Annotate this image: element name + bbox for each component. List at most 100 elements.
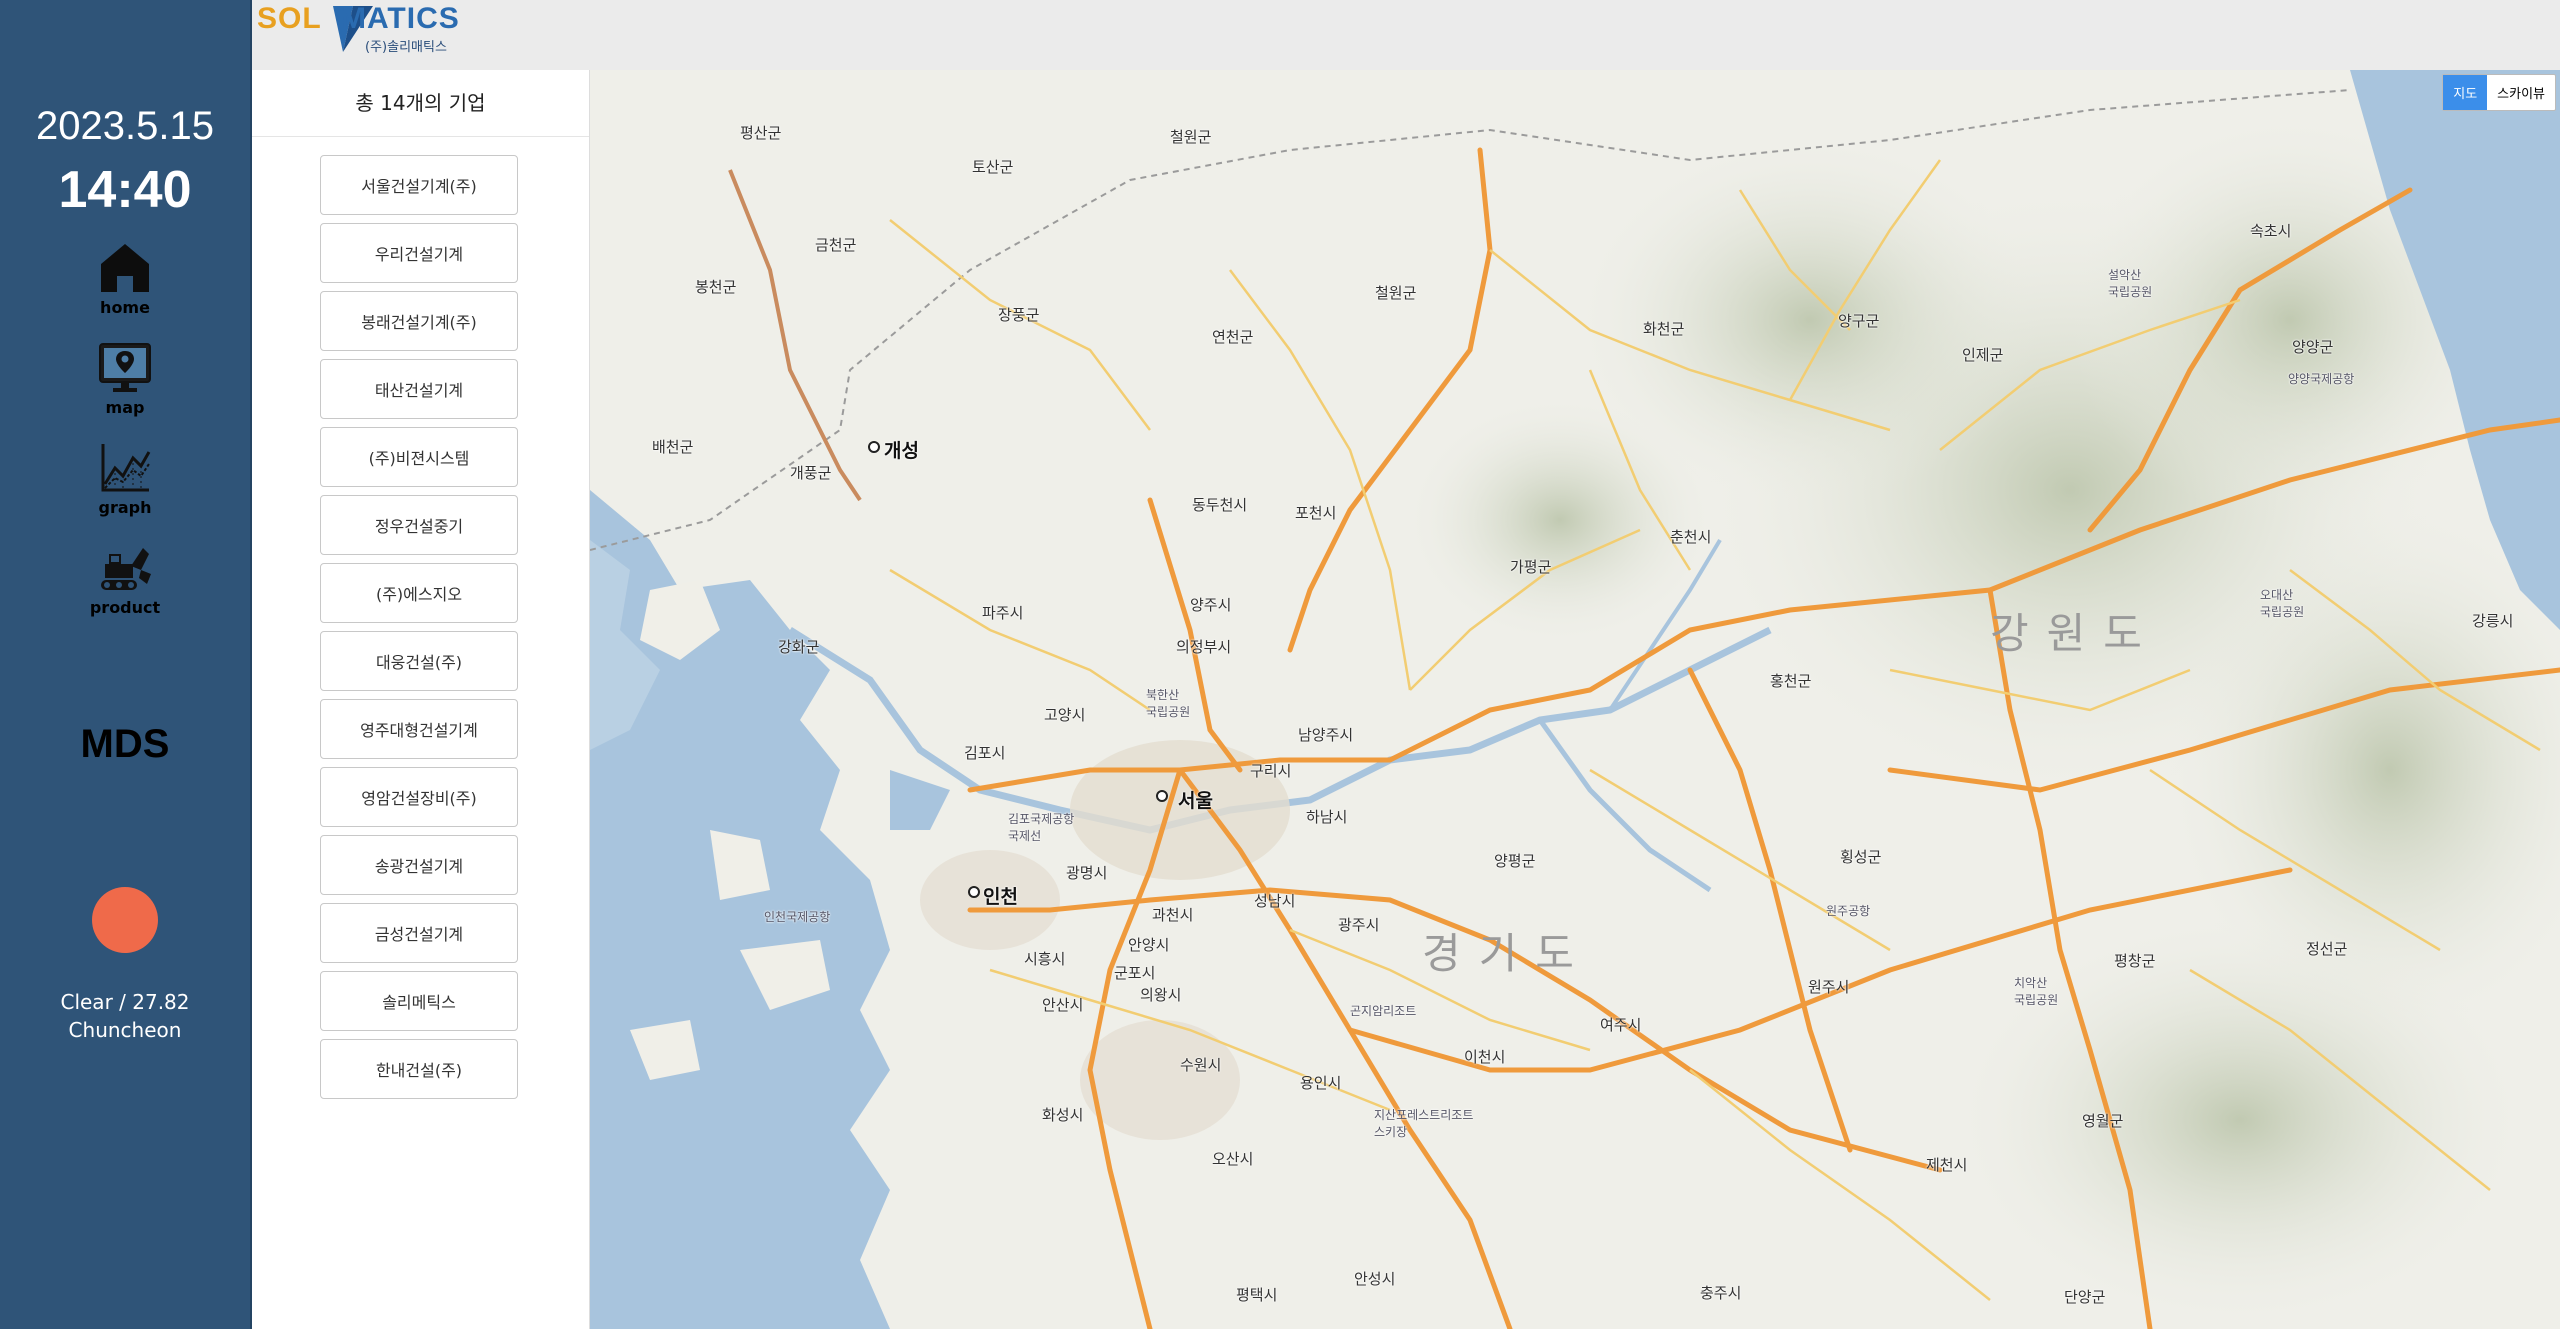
company-item[interactable]: 봉래건설기계(주) bbox=[320, 291, 518, 351]
company-item[interactable]: 대웅건설(주) bbox=[320, 631, 518, 691]
map-label-place: 의왕시 bbox=[1140, 986, 1182, 1004]
company-item[interactable]: 송광건설기계 bbox=[320, 835, 518, 895]
map-label-park: 설악산 국립공원 bbox=[2108, 268, 2153, 299]
map-label-place: 안성시 bbox=[1354, 1270, 1396, 1288]
company-item[interactable]: 정우건설중기 bbox=[320, 495, 518, 555]
map-label-place: 광명시 bbox=[1066, 864, 1108, 882]
company-item[interactable]: 태산건설기계 bbox=[320, 359, 518, 419]
map-label-place: 평산군 bbox=[740, 124, 782, 142]
map-label-place: 양주시 bbox=[1190, 596, 1232, 614]
map-label-place: 평창군 bbox=[2114, 952, 2156, 970]
map-label-park: 오대산 국립공원 bbox=[2260, 588, 2305, 619]
map-label-place: 강릉시 bbox=[2472, 612, 2514, 630]
map-label-place: 의정부시 bbox=[1176, 638, 1232, 656]
map-label-gyeonggi: 경기도 bbox=[1422, 929, 1592, 978]
map-label-place: 여주시 bbox=[1600, 1016, 1642, 1034]
map-label-airport: 김포국제공항 국제선 bbox=[1008, 812, 1075, 843]
map-label-seoul: 서울 bbox=[1178, 790, 1213, 812]
map-label-place: 양양군 bbox=[2292, 338, 2334, 356]
map-label-place: 양평군 bbox=[1494, 852, 1536, 870]
map-label-place: 광주시 bbox=[1338, 916, 1380, 934]
map-label-airport: 양양국제공항 bbox=[2288, 372, 2355, 386]
logo-subtitle: (주)솔리매틱스 bbox=[365, 40, 447, 55]
map-label-park: 치악산 국립공원 bbox=[2014, 976, 2059, 1007]
map-label-place: 이천시 bbox=[1464, 1048, 1506, 1066]
map-icon bbox=[99, 343, 151, 392]
map-label-place: 평택시 bbox=[1236, 1286, 1278, 1304]
company-item[interactable]: 솔리메틱스 bbox=[320, 971, 518, 1031]
map-mode-button[interactable]: 지도 bbox=[2443, 75, 2488, 110]
map-label-resort: 곤지암리조트 bbox=[1350, 1004, 1417, 1018]
map-label-place: 구리시 bbox=[1250, 762, 1292, 780]
nav-graph[interactable]: graph bbox=[75, 440, 175, 517]
map-label-place: 포천시 bbox=[1295, 504, 1337, 522]
map-label-place: 고양시 bbox=[1044, 706, 1086, 724]
map-label-place: 파주시 bbox=[982, 604, 1024, 622]
company-item[interactable]: 서울건설기계(주) bbox=[320, 155, 518, 215]
map-label-place: 강화군 bbox=[778, 638, 820, 656]
company-item[interactable]: 영암건설장비(주) bbox=[320, 767, 518, 827]
logo-text-matics: MATICS bbox=[341, 2, 460, 35]
company-item[interactable]: (주)비젼시스템 bbox=[320, 427, 518, 487]
map-label-place: 연천군 bbox=[1212, 328, 1254, 346]
weather-text: Clear / 27.82 bbox=[60, 990, 190, 1014]
map-label-place: 금천군 bbox=[815, 236, 857, 254]
map-label-place: 개풍군 bbox=[790, 464, 832, 482]
map-label-airport: 인천국제공항 bbox=[764, 910, 831, 924]
map-label-place: 횡성군 bbox=[1840, 848, 1882, 866]
map-label-place: 용인시 bbox=[1300, 1074, 1342, 1092]
weather-city: Chuncheon bbox=[68, 1018, 182, 1042]
skyview-mode-button[interactable]: 스카이뷰 bbox=[2487, 75, 2555, 110]
company-item[interactable]: 우리건설기계 bbox=[320, 223, 518, 283]
device-name: MDS bbox=[80, 722, 170, 766]
map-label-place: 철원군 bbox=[1375, 284, 1417, 302]
map-label-place: 시흥시 bbox=[1024, 950, 1066, 968]
map-label-place: 김포시 bbox=[964, 744, 1006, 762]
map-label-place: 안양시 bbox=[1128, 936, 1170, 954]
solmatics-logo[interactable]: SOL MATICS (주)솔리매틱스 bbox=[257, 2, 460, 62]
map-view[interactable]: 서울 인천 개성 경기도 강원도 춘천시 평산군 토산군 철원군 금천군 봉천군… bbox=[590, 70, 2560, 1329]
map-label-place: 오산시 bbox=[1212, 1150, 1254, 1168]
nav-graph-label: graph bbox=[98, 498, 152, 517]
map-label-gangwon: 강원도 bbox=[1990, 609, 2160, 658]
map-label-resort: 지산포레스트리조트 스키장 bbox=[1374, 1108, 1474, 1139]
map-label-airport: 원주공항 bbox=[1826, 904, 1871, 918]
map-label-place: 영월군 bbox=[2082, 1112, 2124, 1130]
current-time: 14:40 bbox=[58, 161, 192, 219]
map-label-place: 배천군 bbox=[652, 438, 694, 456]
company-item[interactable]: 한내건설(주) bbox=[320, 1039, 518, 1099]
map-label-place: 토산군 bbox=[972, 158, 1014, 176]
home-icon bbox=[101, 244, 149, 292]
map-label-place: 화성시 bbox=[1042, 1106, 1084, 1124]
map-label-place: 수원시 bbox=[1180, 1056, 1222, 1074]
map-label-place: 성남시 bbox=[1254, 892, 1296, 910]
map-label-place: 군포시 bbox=[1114, 964, 1156, 982]
sidebar: 2023.5.15 14:40 home map graph product M… bbox=[0, 0, 252, 1329]
nav-home[interactable]: home bbox=[75, 240, 175, 317]
map-label-incheon: 인천 bbox=[983, 886, 1018, 908]
nav-home-label: home bbox=[100, 298, 150, 317]
map-label-place: 가평군 bbox=[1510, 558, 1552, 576]
map-label-place: 단양군 bbox=[2064, 1288, 2106, 1306]
status-indicator bbox=[92, 887, 158, 953]
nav-product[interactable]: product bbox=[75, 540, 175, 617]
company-list-panel: 총 14개의 기업 서울건설기계(주) 우리건설기계 봉래건설기계(주) 태산건… bbox=[252, 70, 590, 1329]
map-label-gaeseong: 개성 bbox=[884, 440, 919, 462]
nav-map-label: map bbox=[105, 398, 145, 417]
weather-info: Clear / 27.82 Chuncheon bbox=[0, 988, 250, 1044]
map-label-place: 춘천시 bbox=[1670, 528, 1712, 546]
company-item[interactable]: (주)에스지오 bbox=[320, 563, 518, 623]
map-label-place: 봉천군 bbox=[695, 278, 737, 296]
company-item[interactable]: 금성건설기계 bbox=[320, 903, 518, 963]
map-label-place: 동두천시 bbox=[1192, 496, 1248, 514]
map-label-place: 화천군 bbox=[1643, 320, 1685, 338]
nav-map[interactable]: map bbox=[75, 340, 175, 417]
map-label-place: 충주시 bbox=[1700, 1284, 1742, 1302]
top-header: SOL MATICS (주)솔리매틱스 bbox=[252, 0, 2560, 70]
company-item[interactable]: 영주대형건설기계 bbox=[320, 699, 518, 759]
map-label-place: 양구군 bbox=[1838, 312, 1880, 330]
map-type-toggle: 지도 스카이뷰 bbox=[2442, 74, 2556, 111]
map-base-layer bbox=[590, 70, 2560, 1329]
map-label-place: 남양주시 bbox=[1298, 726, 1354, 744]
graph-icon bbox=[101, 444, 151, 492]
